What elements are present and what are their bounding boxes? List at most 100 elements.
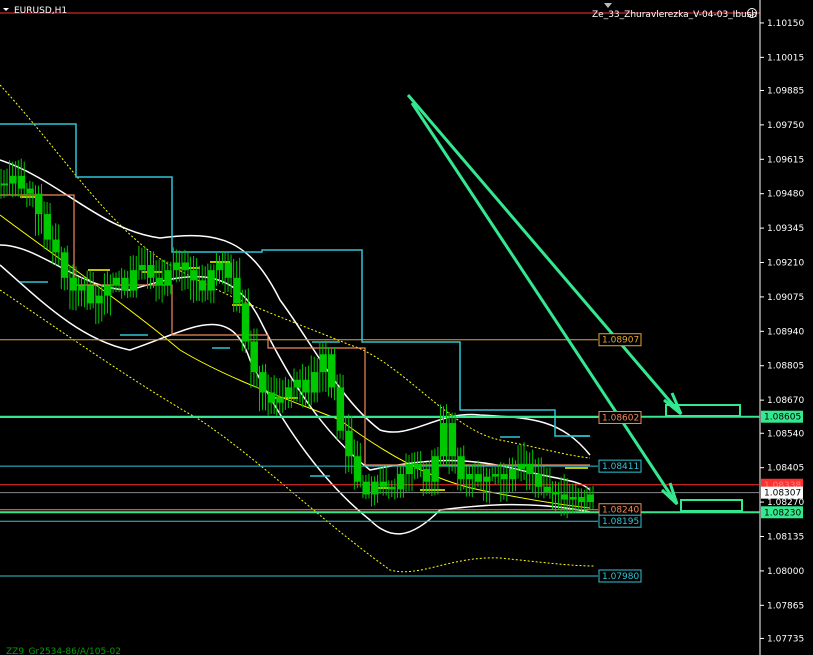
candle-body — [69, 277, 77, 291]
candle-body — [319, 354, 327, 373]
candle-body — [406, 463, 414, 475]
candle-body — [311, 372, 319, 393]
candle-body — [199, 280, 207, 291]
candle-body — [552, 491, 560, 495]
candle-body — [276, 397, 284, 403]
candle-body — [35, 193, 43, 215]
candle-body — [388, 486, 396, 490]
candle-body — [268, 392, 276, 403]
candle-body — [78, 285, 86, 291]
candle-body — [130, 270, 138, 291]
axis-tick-label: 1.09480 — [767, 190, 804, 200]
axis-marker-label: 1.08307 — [764, 489, 801, 499]
candle-body — [457, 456, 465, 480]
symbol-title: EURUSD,H1 — [14, 6, 67, 16]
axis-tick-label: 1.09075 — [767, 293, 804, 303]
candle-body — [354, 456, 362, 482]
candle-body — [181, 262, 189, 271]
candle-body — [95, 295, 103, 304]
candle-body — [138, 265, 146, 271]
candle-body — [526, 463, 534, 475]
candle-body — [587, 494, 594, 503]
candle-body — [190, 270, 198, 281]
axis-tick-label: 1.08670 — [767, 396, 804, 406]
candle-body — [61, 252, 69, 278]
candle-body — [259, 372, 267, 393]
candle-body — [362, 481, 370, 495]
candle-body — [466, 474, 474, 480]
candle-body — [483, 476, 491, 482]
axis-tick-label: 1.09615 — [767, 155, 804, 165]
candle-body — [173, 262, 181, 271]
candle-body — [18, 175, 26, 189]
price-chart[interactable]: 1.10150 1.10015 1.09885 1.09750 1.09615 1.094… — [0, 0, 813, 655]
candle-body — [380, 481, 388, 487]
candle-body — [216, 262, 224, 271]
candle-body — [233, 277, 241, 304]
candle-body — [440, 423, 448, 457]
axis-marker-label: 1.08605 — [764, 413, 801, 423]
candle-body — [302, 379, 310, 393]
candle-body — [431, 456, 439, 482]
axis-tick-label: 1.10150 — [767, 19, 804, 29]
candle-body — [397, 474, 405, 490]
candle-body — [9, 175, 17, 184]
axis-tick-label: 1.08405 — [767, 464, 804, 474]
axis-tick-label: 1.08940 — [767, 327, 804, 337]
candle-body — [26, 188, 34, 194]
candle-body — [423, 468, 431, 482]
candle-body — [121, 277, 129, 291]
axis-tick-label: 1.09750 — [767, 121, 804, 131]
candle-body — [371, 481, 379, 495]
candle-body — [156, 277, 164, 286]
axis-tick-label: 1.10015 — [767, 53, 804, 63]
axis-tick-label: 1.08000 — [767, 567, 804, 577]
candle-body — [345, 430, 353, 457]
candle-body — [294, 379, 301, 388]
level-label: 1.08907 — [602, 336, 639, 346]
candle-body — [250, 341, 258, 373]
candle-body — [328, 354, 336, 388]
candle-body — [569, 496, 577, 500]
candle-body — [1, 183, 8, 186]
axis-tick-label: 1.09885 — [767, 86, 804, 96]
candle-body — [518, 463, 526, 469]
candle-body — [535, 474, 543, 487]
axis-tick-label: 1.09210 — [767, 259, 804, 269]
axis-tick-label: 1.07735 — [767, 634, 804, 644]
candle-body — [52, 239, 60, 253]
axis-tick-label: 1.08805 — [767, 362, 804, 372]
candle-body — [242, 303, 250, 342]
indicator-title: Ze_33_Zhuravlerezka_V-04-03_Ibush — [592, 10, 757, 20]
candle-body — [44, 214, 52, 240]
candle-body — [87, 285, 95, 304]
level-label: 1.08602 — [602, 413, 639, 423]
axis-tick-label: 1.08540 — [767, 429, 804, 439]
axis-marker-label: 1.08230 — [764, 508, 801, 518]
candle-body — [561, 494, 569, 500]
candle-body — [225, 262, 233, 278]
footer-text: ZZ9_Gr2534-86/A/105-02 — [6, 647, 121, 655]
level-label: 1.08411 — [602, 462, 639, 472]
candle-body — [164, 270, 172, 286]
candle-body — [414, 463, 422, 469]
candle-body — [104, 285, 112, 296]
candle-body — [207, 270, 215, 291]
candle-body — [509, 468, 517, 480]
level-label: 1.08195 — [602, 517, 639, 527]
candle-body — [285, 387, 293, 398]
candle-body — [113, 277, 121, 286]
candle-body — [147, 265, 155, 278]
level-label: 1.07980 — [602, 572, 639, 582]
axis-tick-label: 1.08135 — [767, 532, 804, 542]
axis-tick-label: 1.07865 — [767, 601, 804, 611]
level-label: 1.08240 — [602, 506, 639, 516]
candle-body — [578, 496, 586, 503]
axis-tick-label: 1.09345 — [767, 224, 804, 234]
candle-body — [543, 486, 551, 492]
candle-body — [492, 474, 500, 477]
candle-body — [449, 423, 457, 457]
candle-body — [474, 474, 482, 482]
candle-body — [500, 474, 508, 480]
candle-body — [337, 387, 345, 431]
